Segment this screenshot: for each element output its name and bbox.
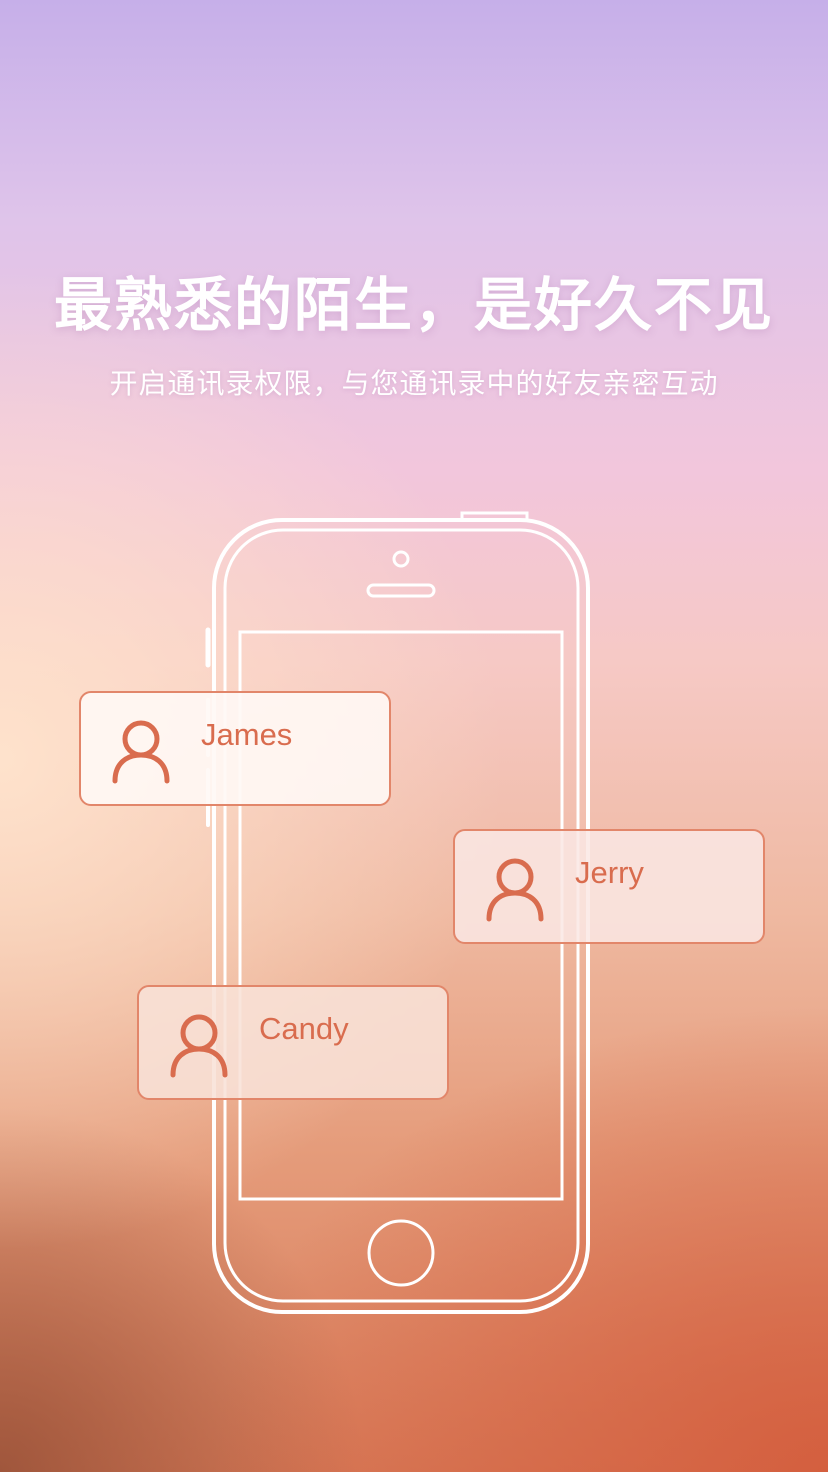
- headline: 最熟悉的陌生，是好久不见: [53, 271, 774, 339]
- contact-card-james[interactable]: James: [79, 691, 391, 806]
- contact-card-candy[interactable]: Candy: [137, 985, 449, 1100]
- contact-card-jerry[interactable]: Jerry: [453, 829, 765, 944]
- person-icon: [112, 720, 170, 784]
- contact-name: Jerry: [575, 855, 644, 890]
- person-icon: [486, 858, 544, 922]
- subheadline: 开启通讯录权限，与您通讯录中的好友亲密互动: [109, 367, 719, 400]
- contact-name: Candy: [259, 1011, 349, 1046]
- person-icon: [170, 1014, 228, 1078]
- contact-name: James: [201, 717, 293, 752]
